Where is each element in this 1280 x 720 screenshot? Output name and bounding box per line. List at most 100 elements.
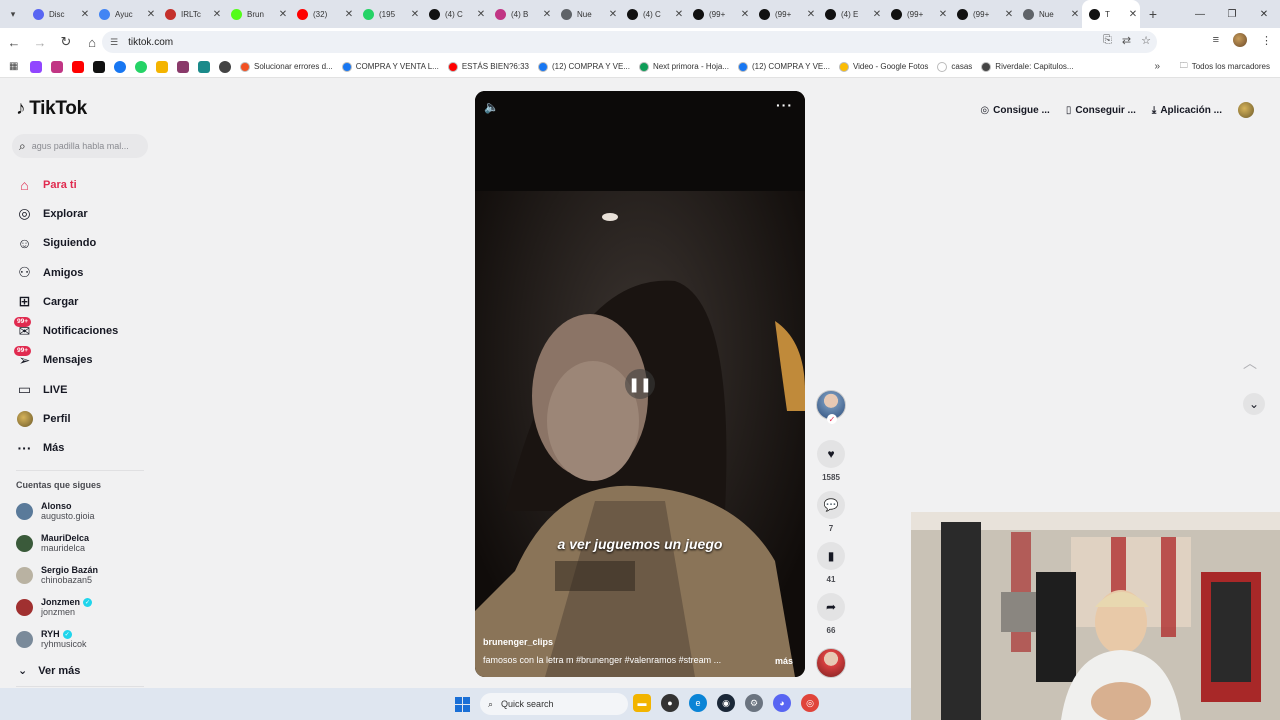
app-icon[interactable]: ● [661,694,679,712]
close-tab-icon[interactable]: ✕ [540,9,554,20]
sidebar-item-siguiendo[interactable]: ☺ Siguiendo [16,229,156,258]
app-bookmark-icon-2[interactable] [198,60,210,73]
video-player[interactable]: 🔈 ··· ❚❚ a ver juguemos un juego bruneng… [475,91,805,677]
browser-tab[interactable]: Disc ✕ [26,0,92,28]
browser-tab[interactable]: Nue ✕ [1016,0,1082,28]
back-button[interactable]: ← [2,30,26,54]
close-window-button[interactable]: ✕ [1248,0,1280,28]
close-tab-icon[interactable]: ✕ [804,9,818,20]
pause-button[interactable]: ❚❚ [625,369,655,399]
sidebar-item-notificaciones[interactable]: ✉ 99+ Notificaciones [14,316,156,345]
twitch-bookmark-icon[interactable] [30,60,42,73]
bookmark-item[interactable]: COMPRA Y VENTA L... [341,61,439,72]
browser-tab[interactable]: (99+ ✕ [884,0,950,28]
bookmark-item[interactable]: (12) COMPRA Y VE... [538,61,630,72]
previous-video-button[interactable]: ︿ [1243,353,1257,373]
bookmark-item[interactable]: (12) COMPRA Y VE... [737,61,830,72]
minimize-button[interactable]: — [1184,0,1216,28]
bookmark-item[interactable]: ESTÁS BIEN?6:33 [447,61,529,72]
coins-button[interactable]: ◎ Consigue ... [980,105,1049,116]
windows-start-icon[interactable] [455,697,470,712]
follow-check-icon[interactable]: ✓ [827,414,837,424]
close-tab-icon[interactable]: ✕ [1068,9,1082,20]
browser-tab[interactable]: Ayuc ✕ [92,0,158,28]
sidebar-item-explorar[interactable]: ◎ Explorar [16,199,156,228]
comment-button[interactable]: 💬 [817,491,845,519]
browser-tab[interactable]: Nue ✕ [554,0,620,28]
bookmarks-overflow-icon[interactable]: » [1154,61,1160,72]
all-bookmarks-button[interactable]: 🗀 Todos los marcadores [1180,60,1270,74]
browser-tab[interactable]: (4) C ✕ [620,0,686,28]
forward-button[interactable]: → [28,30,52,54]
sidebar-item-perfil[interactable]: Perfil [16,404,156,433]
following-account[interactable]: Sergio Bazán chinobazan5 [16,560,156,590]
close-tab-icon[interactable]: ✕ [474,9,488,20]
tab-search-button[interactable]: ▾ [0,0,26,28]
close-tab-icon[interactable]: ✕ [276,9,290,20]
steam-icon[interactable]: ◉ [717,694,735,712]
app-bookmark-icon[interactable] [177,60,189,73]
youtube-bookmark-icon[interactable] [72,60,84,73]
apps-grid-icon[interactable]: ▦ [9,61,21,73]
close-tab-icon[interactable]: ✕ [672,9,686,20]
reload-button[interactable]: ↻ [54,30,78,54]
profile-avatar[interactable] [1233,33,1247,47]
next-video-button[interactable]: ⌄ [1243,393,1265,415]
browser-tab[interactable]: (99+ ✕ [950,0,1016,28]
x-bookmark-icon[interactable] [93,60,105,73]
bookmark-item[interactable]: Next primora - Hoja... [638,61,729,72]
browser-tab[interactable]: (4) B ✕ [488,0,554,28]
taskbar-search[interactable]: ⌕ Quick search [480,693,628,715]
following-account[interactable]: Jonzmen ✓ jonzmen [16,592,156,622]
download-app-button[interactable]: ⤓ Aplicación ... [1152,105,1222,116]
sidebar-item-live[interactable]: ▭ LIVE [16,375,156,404]
new-tab-button[interactable]: + [1140,6,1166,22]
close-tab-icon[interactable]: ✕ [408,9,422,20]
file-explorer-icon[interactable]: ▬ [633,694,651,712]
share-button[interactable]: ➦ [817,593,845,621]
browser-tab[interactable]: Brun ✕ [224,0,290,28]
sidebar-item-cargar[interactable]: ⊞ Cargar [16,287,156,316]
browser-tab[interactable]: T ✕ [1082,0,1140,28]
browser-tab[interactable]: (4) E ✕ [818,0,884,28]
chrome-icon[interactable]: ◎ [801,694,819,712]
following-account[interactable]: RYH ✓ ryhmusicok [16,624,156,654]
office-bookmark-icon[interactable] [156,60,168,73]
install-icon[interactable]: ⎘ [1103,34,1112,47]
close-tab-icon[interactable]: ✕ [606,9,620,20]
sidebar-item-amigos[interactable]: ⚇ Amigos [16,258,156,287]
facebook-bookmark-icon[interactable] [114,60,126,73]
close-tab-icon[interactable]: ✕ [78,9,92,20]
browser-tab[interactable]: (4) C ✕ [422,0,488,28]
sidebar-item-para-ti[interactable]: ⌂ Para ti [16,170,156,199]
bookmark-item[interactable]: Solucionar errores d... [240,61,333,72]
volume-icon[interactable]: 🔈 [484,100,499,114]
save-button[interactable]: ▮ [817,542,845,570]
instagram-bookmark-icon[interactable] [51,60,63,73]
close-tab-icon[interactable]: ✕ [870,9,884,20]
home-button[interactable]: ⌂ [80,30,104,54]
browser-tab[interactable]: (32) ✕ [290,0,356,28]
translate-icon[interactable]: ⇄ [1122,34,1131,47]
browser-tab[interactable]: (99+ ✕ [752,0,818,28]
close-tab-icon[interactable]: ✕ [936,9,950,20]
close-tab-icon[interactable]: ✕ [144,9,158,20]
close-tab-icon[interactable]: ✕ [1002,9,1016,20]
video-options-button[interactable]: ··· [776,97,793,113]
browser-tab[interactable]: IRLTc ✕ [158,0,224,28]
site-info-icon[interactable]: ☰ [110,37,118,48]
globe-bookmark-icon[interactable] [219,60,231,73]
media-control-icon[interactable]: ≡ [1213,34,1219,46]
following-account[interactable]: MauriDelca mauridelca [16,528,156,558]
bookmark-item[interactable]: Riverdale: Capitulos... [981,61,1074,72]
bookmark-item[interactable]: Video - Google Fotos [838,61,928,72]
settings-icon[interactable]: ⚙ [745,694,763,712]
user-avatar[interactable] [1238,102,1254,118]
bookmark-item[interactable]: casas [937,61,972,72]
edge-icon[interactable]: e [689,694,707,712]
whatsapp-bookmark-icon[interactable] [135,60,147,73]
discord-icon[interactable]: ◕ [773,694,791,712]
close-tab-icon[interactable]: ✕ [738,9,752,20]
browser-menu-icon[interactable]: ⋮ [1261,34,1272,47]
address-bar[interactable]: ☰ tiktok.com ⎘ ⇄ ☆ [102,31,1157,53]
